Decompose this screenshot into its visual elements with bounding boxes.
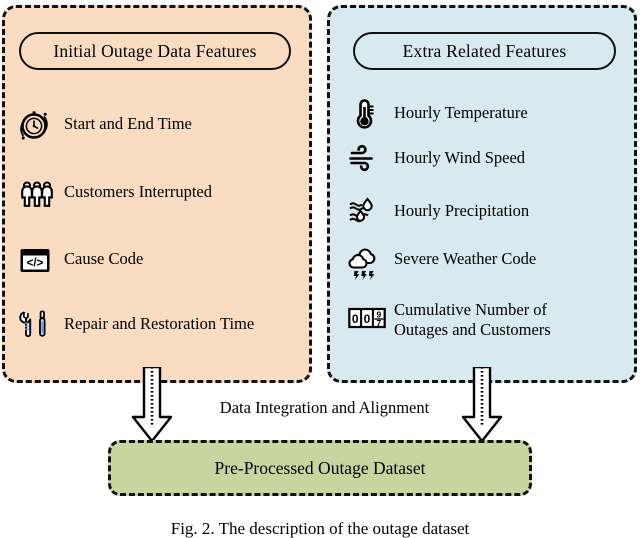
odometer-counter-icon: 0 0 9 7: [348, 305, 386, 339]
feature-hourly-wind-speed: Hourly Wind Speed: [348, 142, 525, 176]
wrench-screwdriver-icon: [18, 308, 52, 342]
feature-label: Hourly Precipitation: [394, 201, 530, 220]
feature-hourly-temperature: Hourly Temperature: [348, 97, 528, 131]
precipitation-droplets-icon: [348, 195, 382, 229]
svg-text:0: 0: [364, 312, 371, 326]
feature-label: Hourly Wind Speed: [394, 148, 526, 167]
stopwatch-clock-icon: [18, 108, 52, 142]
wind-icon: [348, 142, 382, 176]
left-panel-title: Initial Outage Data Features: [19, 32, 291, 70]
pre-processed-outage-dataset-box: Pre-Processed Outage Dataset: [108, 440, 532, 496]
thermometer-icon: [348, 97, 382, 131]
feature-label: Severe Weather Code: [394, 249, 537, 268]
svg-text:</>: </>: [27, 257, 44, 269]
people-group-icon: [18, 176, 53, 210]
feature-customers-interrupted: Customers Interrupted: [18, 176, 212, 210]
data-integration-label: Data Integration and Alignment: [219, 398, 430, 417]
feature-label: Hourly Temperature: [394, 103, 528, 122]
feature-cause-code: </> Cause Code: [18, 243, 143, 277]
feature-label: Customers Interrupted: [64, 182, 213, 201]
svg-text:0: 0: [352, 312, 359, 326]
down-arrow-right: [455, 365, 509, 443]
feature-hourly-precipitation: Hourly Precipitation: [348, 195, 529, 229]
feature-label: Cumulative Number of Outages and Custome…: [394, 300, 551, 339]
feature-label: Cause Code: [64, 249, 144, 268]
figure-caption: Fig. 2. The description of the outage da…: [170, 519, 470, 538]
feature-severe-weather-code: Severe Weather Code: [348, 243, 536, 285]
feature-start-and-end-time: Start and End Time: [18, 108, 192, 142]
feature-repair-and-restoration-time: Repair and Restoration Time: [18, 308, 254, 342]
feature-label: Repair and Restoration Time: [64, 314, 255, 333]
feature-label: Start and End Time: [64, 114, 192, 133]
down-arrow-left: [125, 365, 179, 443]
right-panel-title: Extra Related Features: [353, 32, 616, 70]
feature-cumulative-number-of-outages-and-customers: 0 0 9 7 Cumulative Number of Outages and…: [348, 300, 551, 340]
storm-cloud-lightning-icon: [348, 243, 382, 285]
output-box-label: Pre-Processed Outage Dataset: [214, 457, 426, 478]
code-window-icon: </>: [18, 243, 52, 277]
